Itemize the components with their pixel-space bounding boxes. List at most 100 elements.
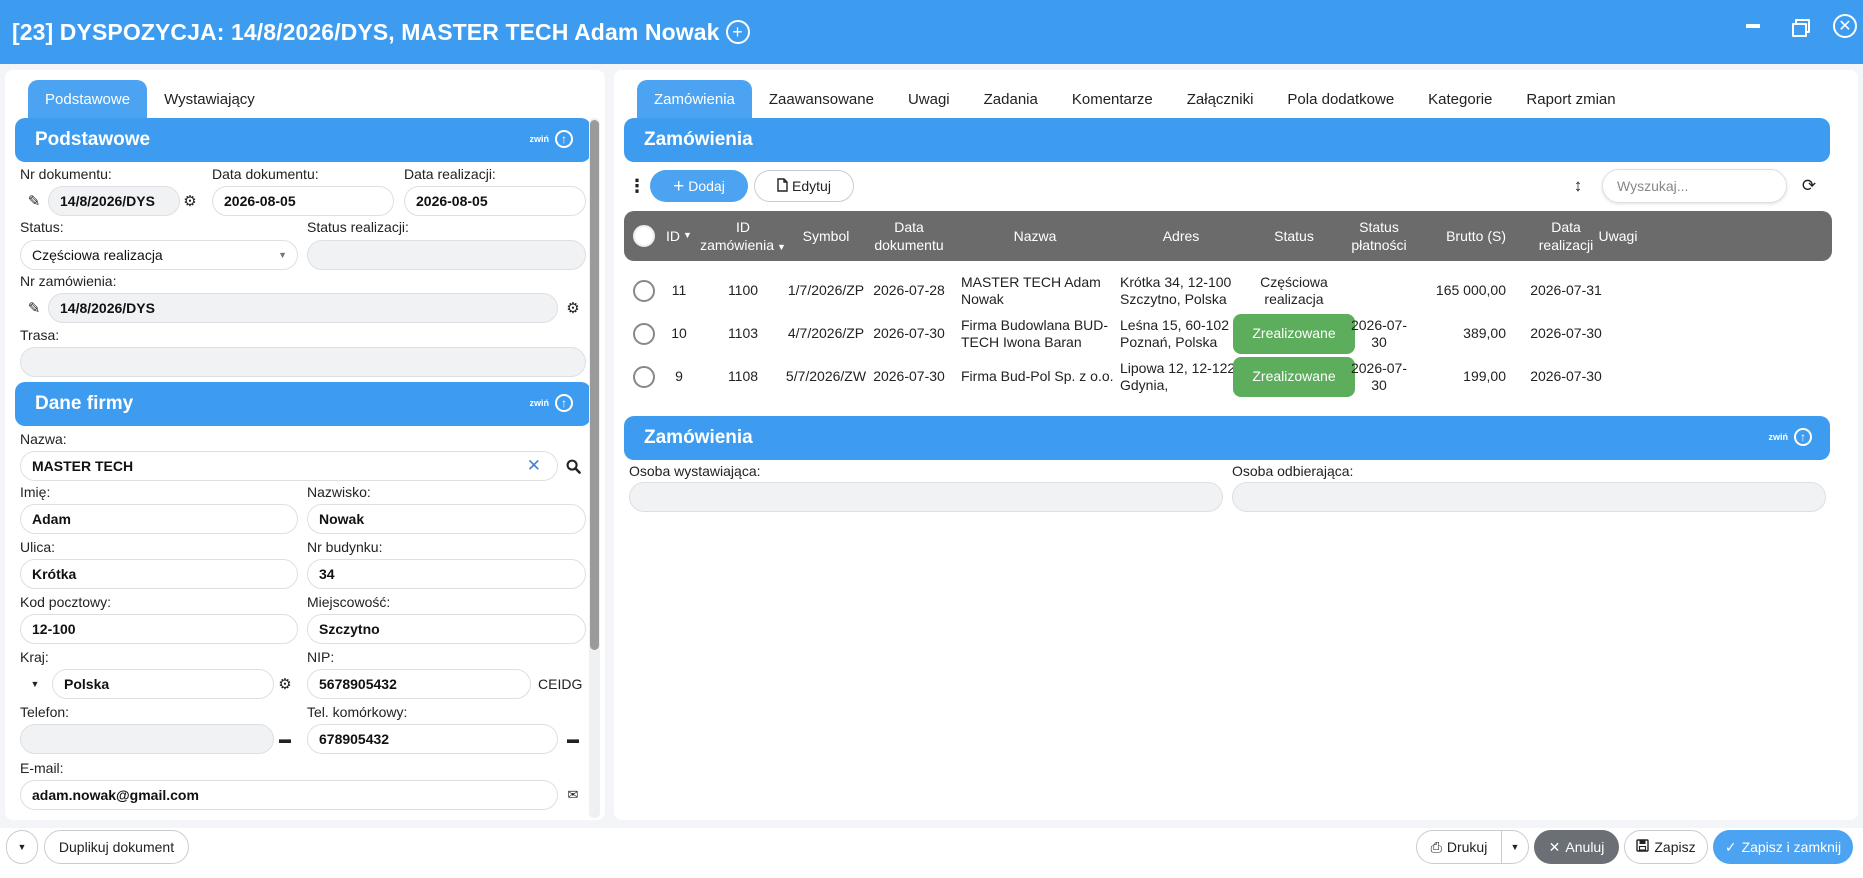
kod-pocztowy-field[interactable]: 12-100 bbox=[20, 614, 298, 644]
message-icon[interactable]: ▬ bbox=[276, 730, 294, 748]
col-brutto[interactable]: Brutto (S) bbox=[1420, 211, 1506, 261]
restore-button[interactable] bbox=[1787, 14, 1811, 38]
caret-down-icon[interactable]: ▼ bbox=[26, 675, 44, 693]
nr-budynku-label: Nr budynku: bbox=[307, 539, 383, 555]
scroll-thumb[interactable] bbox=[590, 120, 599, 650]
cell-nazwa-line2: TECH Iwona Baran bbox=[961, 334, 1082, 350]
tab-zadania[interactable]: Zadania bbox=[967, 80, 1055, 118]
table-row[interactable]: 11 1100 1/7/2026/ZP 2026-07-28 MASTER TE… bbox=[624, 270, 1832, 312]
print-button[interactable]: ⎙ Drukuj bbox=[1416, 830, 1502, 864]
trasa-field[interactable] bbox=[20, 347, 586, 377]
pencil-icon[interactable]: ✎ bbox=[25, 299, 43, 317]
nazwa-field[interactable]: MASTER TECH ✕ bbox=[20, 451, 558, 481]
nazwa-value: MASTER TECH bbox=[32, 458, 134, 474]
tab-zaawansowane[interactable]: Zaawansowane bbox=[752, 80, 891, 118]
search-icon[interactable] bbox=[564, 457, 582, 475]
osoba-odbierajaca-field[interactable] bbox=[1232, 482, 1826, 512]
minimize-icon bbox=[1746, 24, 1760, 28]
table-row[interactable]: 9 1108 5/7/2026/ZW 2026-07-30 Firma Bud-… bbox=[624, 356, 1832, 398]
tel-komorkowy-field[interactable]: 678905432 bbox=[307, 724, 558, 754]
col-data-dokumentu[interactable]: Data dokumentu bbox=[864, 211, 954, 261]
refresh-icon[interactable]: ⟳ bbox=[1800, 176, 1818, 195]
tab-zalaczniki[interactable]: Załączniki bbox=[1170, 80, 1271, 118]
select-all-radio[interactable] bbox=[633, 225, 655, 247]
search-input[interactable]: Wyszukaj... bbox=[1602, 169, 1787, 203]
cell-adres-line1: Lipowa 12, 12-122 bbox=[1120, 359, 1236, 376]
tab-uwagi[interactable]: Uwagi bbox=[891, 80, 967, 118]
collapse-toggle[interactable]: zwiń ↑ bbox=[1769, 428, 1812, 446]
row-select-radio[interactable] bbox=[633, 280, 655, 302]
pencil-icon[interactable]: ✎ bbox=[25, 192, 43, 210]
telefon-field[interactable] bbox=[20, 724, 274, 754]
cell-data-dokumentu: 2026-07-28 bbox=[873, 282, 945, 299]
nr-dokumentu-field[interactable]: 14/8/2026/DYS bbox=[48, 186, 180, 216]
col-uwagi[interactable]: Uwagi bbox=[1593, 211, 1643, 261]
collapse-toggle[interactable]: zwiń ↑ bbox=[530, 394, 573, 412]
data-realizacji-field[interactable]: 2026-08-05 bbox=[404, 186, 586, 216]
save-button-label: Zapisz bbox=[1654, 839, 1696, 855]
cell-status-platnosci: 2026-07- 30 bbox=[1338, 313, 1420, 355]
add-button[interactable]: + Dodaj bbox=[650, 170, 748, 202]
left-scrollbar[interactable] bbox=[589, 118, 600, 818]
tab-pola-dodatkowe[interactable]: Pola dodatkowe bbox=[1270, 80, 1411, 118]
nip-field[interactable]: 5678905432 bbox=[307, 669, 531, 699]
message-icon[interactable]: ▬ bbox=[564, 730, 582, 748]
col-status[interactable]: Status bbox=[1233, 211, 1355, 261]
kraj-label: Kraj: bbox=[20, 649, 49, 665]
cancel-button[interactable]: ✕ Anuluj bbox=[1534, 830, 1619, 864]
close-button[interactable]: ✕ bbox=[1833, 14, 1857, 38]
orders-table-header: ID ▼ ID zamówienia ▼ Symbol Data dokumentu N… bbox=[624, 211, 1832, 261]
col-id[interactable]: ID ▼ bbox=[660, 211, 698, 261]
col-status-platnosci[interactable]: Status płatności bbox=[1338, 211, 1420, 261]
tab-zamowienia[interactable]: Zamówienia bbox=[637, 80, 752, 118]
save-and-close-button[interactable]: ✓ Zapisz i zamknij bbox=[1713, 830, 1853, 864]
row-select-radio[interactable] bbox=[633, 366, 655, 388]
cell-adres-line2: Poznań, Polska bbox=[1120, 334, 1218, 350]
resize-vertical-icon[interactable]: ↕ bbox=[1569, 176, 1587, 195]
ceidg-link[interactable]: CEIDG bbox=[538, 676, 582, 692]
telefon-label: Telefon: bbox=[20, 704, 70, 720]
nazwisko-field[interactable]: Nowak bbox=[307, 504, 586, 534]
nr-zamowienia-field[interactable]: 14/8/2026/DYS bbox=[48, 293, 558, 323]
imie-field[interactable]: Adam bbox=[20, 504, 298, 534]
print-options-button[interactable]: ▼ bbox=[1501, 830, 1529, 864]
cell-id-zamowienia: 1103 bbox=[727, 325, 759, 342]
row-select-radio[interactable] bbox=[633, 323, 655, 345]
print-button-label: Drukuj bbox=[1446, 839, 1488, 855]
data-realizacji-label: Data realizacji: bbox=[404, 166, 496, 182]
email-field[interactable]: adam.nowak@gmail.com bbox=[20, 780, 558, 810]
status-select[interactable]: Częściowa realizacja ▼ bbox=[20, 240, 298, 270]
col-nazwa[interactable]: Nazwa bbox=[957, 211, 1113, 261]
ulica-field[interactable]: Krótka bbox=[20, 559, 298, 589]
tab-podstawowe[interactable]: Podstawowe bbox=[28, 80, 148, 118]
edit-button[interactable]: Edytuj bbox=[754, 170, 854, 202]
col-adres[interactable]: Adres bbox=[1116, 211, 1246, 261]
collapse-toggle[interactable]: zwiń ↑ bbox=[530, 130, 573, 148]
tab-kategorie[interactable]: Kategorie bbox=[1411, 80, 1509, 118]
gear-icon[interactable]: ⚙ bbox=[181, 192, 199, 210]
footer-menu-button[interactable]: ▼ bbox=[6, 830, 38, 864]
osoba-wystawiajaca-field[interactable] bbox=[629, 482, 1223, 512]
more-vertical-icon[interactable]: ⋮ bbox=[628, 176, 646, 196]
kraj-field[interactable]: Polska bbox=[52, 669, 274, 699]
tab-komentarze[interactable]: Komentarze bbox=[1055, 80, 1170, 118]
status-realizacji-field[interactable] bbox=[307, 240, 586, 270]
save-button[interactable]: Zapisz bbox=[1624, 830, 1708, 864]
nr-budynku-field[interactable]: 34 bbox=[307, 559, 586, 589]
envelope-icon[interactable]: ✉ bbox=[564, 786, 582, 804]
gear-icon[interactable]: ⚙ bbox=[276, 675, 294, 693]
data-dokumentu-field[interactable]: 2026-08-05 bbox=[212, 186, 394, 216]
tab-raport-zmian[interactable]: Raport zmian bbox=[1509, 80, 1632, 118]
clear-icon[interactable]: ✕ bbox=[527, 456, 541, 476]
duplicate-document-button[interactable]: Duplikuj dokument bbox=[44, 830, 189, 864]
col-id-zamowienia[interactable]: ID zamówienia ▼ bbox=[700, 211, 786, 261]
gear-icon[interactable]: ⚙ bbox=[564, 299, 582, 317]
col-symbol[interactable]: Symbol bbox=[786, 211, 866, 261]
cell-brutto: 199,00 bbox=[1463, 368, 1506, 385]
minimize-button[interactable] bbox=[1741, 14, 1765, 38]
restore-icon bbox=[1791, 18, 1810, 37]
add-icon[interactable]: + bbox=[725, 20, 750, 44]
miejscowosc-field[interactable]: Szczytno bbox=[307, 614, 586, 644]
table-row[interactable]: 10 1103 4/7/2026/ZP 2026-07-30 Firma Bud… bbox=[624, 313, 1832, 355]
tab-wystawiajacy[interactable]: Wystawiający bbox=[147, 80, 272, 118]
